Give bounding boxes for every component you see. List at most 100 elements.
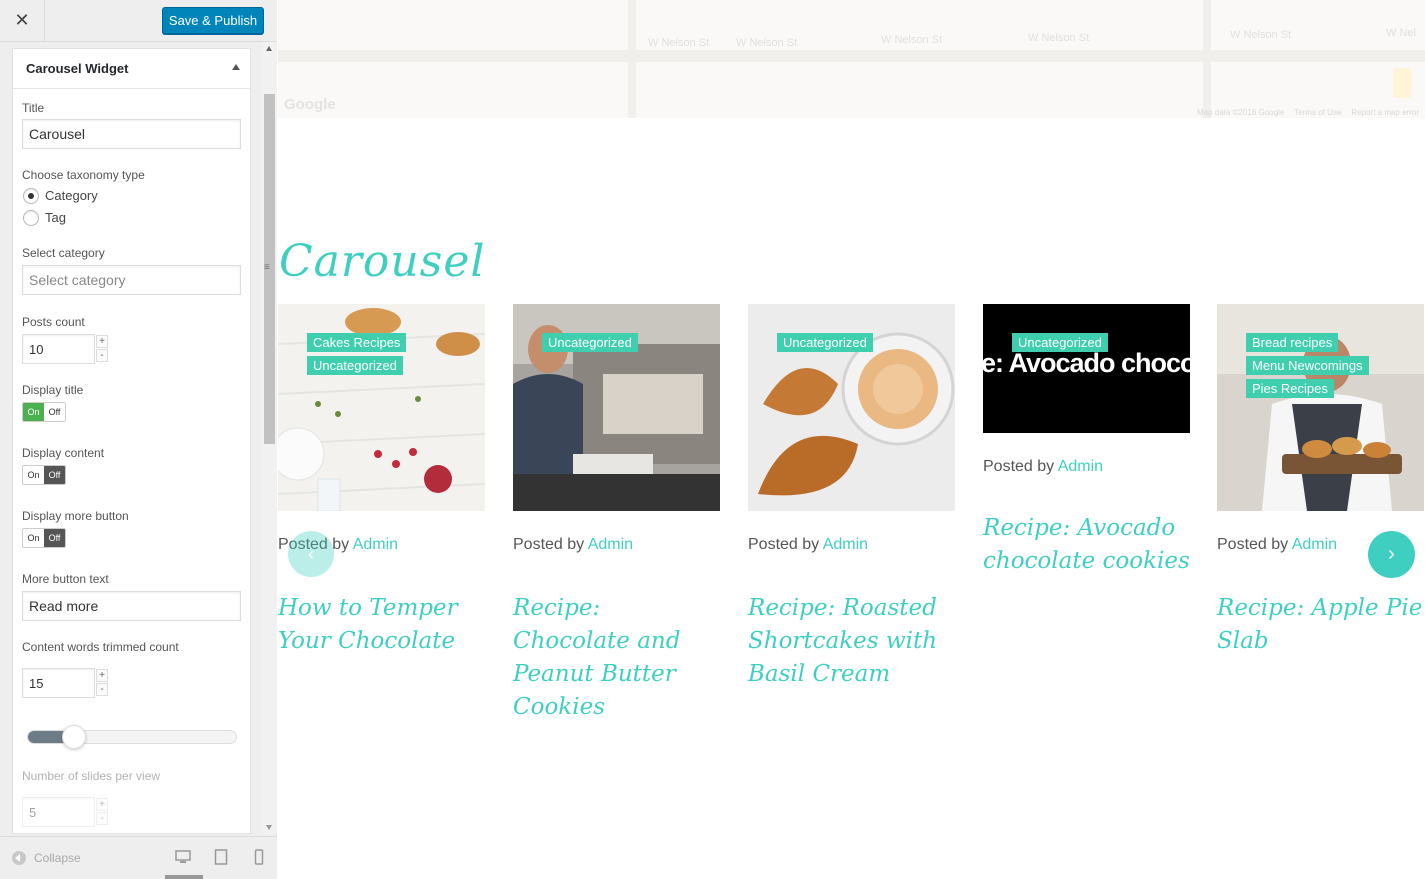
post-thumbnail[interactable]: Bread recipes Menu Newcomings Pies Recip… bbox=[1217, 304, 1424, 511]
display-title-label: Display title bbox=[22, 383, 84, 397]
desktop-icon[interactable] bbox=[174, 849, 192, 865]
post-thumbnail[interactable]: e: Avocado chocolate c Uncategorized bbox=[983, 304, 1190, 433]
toggle-on[interactable]: On bbox=[23, 403, 44, 421]
radio-category[interactable] bbox=[23, 188, 39, 204]
widget-header[interactable]: Carousel Widget bbox=[13, 49, 250, 89]
collapse-arrow-icon[interactable] bbox=[232, 64, 240, 70]
author-link[interactable]: Admin bbox=[353, 536, 398, 553]
posts-count-increment[interactable]: + bbox=[96, 335, 108, 348]
save-publish-button[interactable]: Save & Publish bbox=[162, 7, 264, 34]
author-link[interactable]: Admin bbox=[823, 536, 868, 553]
report-link[interactable]: Report a map error bbox=[1351, 108, 1419, 117]
tag-link[interactable]: Uncategorized bbox=[307, 356, 403, 375]
widget-title: Carousel Widget bbox=[26, 61, 129, 76]
post-title-link[interactable]: Recipe: Chocolate and Peanut Butter Cook… bbox=[513, 592, 720, 724]
slider-handle[interactable] bbox=[62, 725, 86, 749]
posted-by-label: Posted by bbox=[1217, 536, 1289, 553]
site-preview: W Nelson St W Nelson St W Nelson St W Ne… bbox=[278, 0, 1425, 879]
google-map[interactable]: W Nelson St W Nelson St W Nelson St W Ne… bbox=[278, 0, 1425, 118]
more-text-input[interactable]: Read more bbox=[22, 591, 241, 621]
map-road bbox=[628, 0, 636, 118]
scroll-down-icon[interactable] bbox=[266, 825, 272, 830]
display-more-label: Display more button bbox=[22, 509, 129, 523]
category-tags: Cakes Recipes Uncategorized bbox=[307, 333, 407, 375]
street-label: W Nelson St bbox=[736, 37, 798, 49]
display-content-toggle[interactable]: On Off bbox=[22, 465, 66, 485]
slides-increment[interactable]: + bbox=[96, 798, 108, 811]
trim-count-decrement[interactable]: - bbox=[96, 683, 108, 696]
google-logo: Google bbox=[284, 96, 336, 113]
carousel-next-button[interactable]: › bbox=[1368, 531, 1415, 578]
trim-count-slider[interactable] bbox=[27, 725, 237, 749]
active-device-indicator bbox=[165, 875, 203, 879]
scroll-up-icon[interactable] bbox=[266, 46, 272, 51]
customizer-topbar: ✕ Save & Publish bbox=[0, 0, 277, 42]
close-icon[interactable]: ✕ bbox=[0, 0, 45, 41]
slides-per-view-label: Number of slides per view bbox=[22, 769, 161, 783]
collapse-button[interactable]: Collapse bbox=[12, 851, 81, 865]
post-title-link[interactable]: Recipe: Apple Pie Slab bbox=[1217, 592, 1424, 658]
post-title-link[interactable]: Recipe: Avocado chocolate cookies bbox=[983, 512, 1190, 578]
trim-count-label: Content words trimmed count bbox=[22, 640, 179, 654]
slides-decrement[interactable]: - bbox=[96, 812, 108, 825]
tag-link[interactable]: Pies Recipes bbox=[1246, 379, 1334, 398]
post-thumbnail[interactable]: Uncategorized bbox=[748, 304, 955, 511]
display-title-toggle[interactable]: On Off bbox=[22, 402, 66, 422]
carousel-card: Uncategorized Posted by Admin Recipe: Ro… bbox=[748, 304, 955, 687]
tag-link[interactable]: Cakes Recipes bbox=[307, 333, 407, 352]
carousel-card: Bread recipes Menu Newcomings Pies Recip… bbox=[1217, 304, 1424, 654]
radio-category-label[interactable]: Category bbox=[45, 188, 98, 203]
category-label: Select category bbox=[22, 246, 105, 260]
category-select[interactable]: Select category bbox=[22, 265, 241, 295]
post-meta: Posted by Admin bbox=[1217, 536, 1337, 554]
title-input[interactable]: Carousel bbox=[22, 119, 241, 149]
map-footer: Map data ©2016 Google Terms of Use Repor… bbox=[1197, 108, 1419, 117]
carousel-widget-panel: Carousel Widget Title Carousel Choose ta… bbox=[12, 48, 251, 834]
category-tags: Bread recipes Menu Newcomings Pies Recip… bbox=[1246, 333, 1369, 398]
toggle-off[interactable]: Off bbox=[44, 466, 65, 484]
mobile-icon[interactable] bbox=[250, 849, 268, 865]
posts-count-label: Posts count bbox=[22, 315, 85, 329]
resize-handle-icon[interactable]: ≡ bbox=[264, 262, 270, 273]
toggle-on[interactable]: On bbox=[23, 466, 44, 484]
carousel-card: Cakes Recipes Uncategorized Posted by Ad… bbox=[278, 304, 485, 654]
more-text-label: More button text bbox=[22, 572, 109, 586]
radio-tag-label[interactable]: Tag bbox=[45, 210, 66, 225]
thumbnail-text: e: Avocado chocolate c bbox=[983, 348, 1190, 378]
sidebar-scrollbar[interactable] bbox=[262, 42, 277, 834]
street-label: W Nelson St bbox=[1028, 32, 1090, 44]
author-link[interactable]: Admin bbox=[588, 536, 633, 553]
post-meta: Posted by Admin bbox=[513, 536, 633, 554]
slides-per-view-input[interactable]: 5 bbox=[22, 797, 95, 827]
post-title-link[interactable]: How to Temper Your Chocolate bbox=[278, 592, 485, 658]
tag-link[interactable]: Bread recipes bbox=[1246, 333, 1339, 352]
author-link[interactable]: Admin bbox=[1292, 536, 1337, 553]
toggle-off[interactable]: Off bbox=[44, 403, 65, 421]
tag-link[interactable]: Uncategorized bbox=[1012, 333, 1108, 352]
trim-count-increment[interactable]: + bbox=[96, 669, 108, 682]
pegman-icon[interactable] bbox=[1393, 68, 1411, 98]
posted-by-label: Posted by bbox=[513, 536, 585, 553]
tag-link[interactable]: Uncategorized bbox=[777, 333, 873, 352]
posts-count-input[interactable]: 10 bbox=[22, 334, 95, 364]
tablet-icon[interactable] bbox=[212, 849, 230, 865]
post-thumbnail[interactable]: Uncategorized bbox=[513, 304, 720, 511]
toggle-off[interactable]: Off bbox=[44, 529, 65, 547]
post-thumbnail[interactable]: Cakes Recipes Uncategorized bbox=[278, 304, 485, 511]
map-road bbox=[278, 50, 1425, 62]
category-tags: Uncategorized bbox=[777, 333, 873, 352]
street-label: W Nelson St bbox=[1230, 29, 1292, 41]
street-label: W Nelson St bbox=[648, 37, 710, 49]
tag-link[interactable]: Uncategorized bbox=[542, 333, 638, 352]
author-link[interactable]: Admin bbox=[1058, 458, 1103, 475]
post-title-link[interactable]: Recipe: Roasted Shortcakes with Basil Cr… bbox=[748, 592, 955, 691]
display-more-toggle[interactable]: On Off bbox=[22, 528, 66, 548]
trim-count-input[interactable]: 15 bbox=[22, 668, 95, 698]
posts-count-decrement[interactable]: - bbox=[96, 349, 108, 362]
toggle-on[interactable]: On bbox=[23, 529, 44, 547]
tag-link[interactable]: Menu Newcomings bbox=[1246, 356, 1369, 375]
post-meta: Posted by Admin bbox=[983, 458, 1103, 476]
radio-tag[interactable] bbox=[23, 210, 39, 226]
terms-link[interactable]: Terms of Use bbox=[1294, 108, 1341, 117]
carousel-prev-button[interactable]: ‹ bbox=[288, 531, 334, 577]
